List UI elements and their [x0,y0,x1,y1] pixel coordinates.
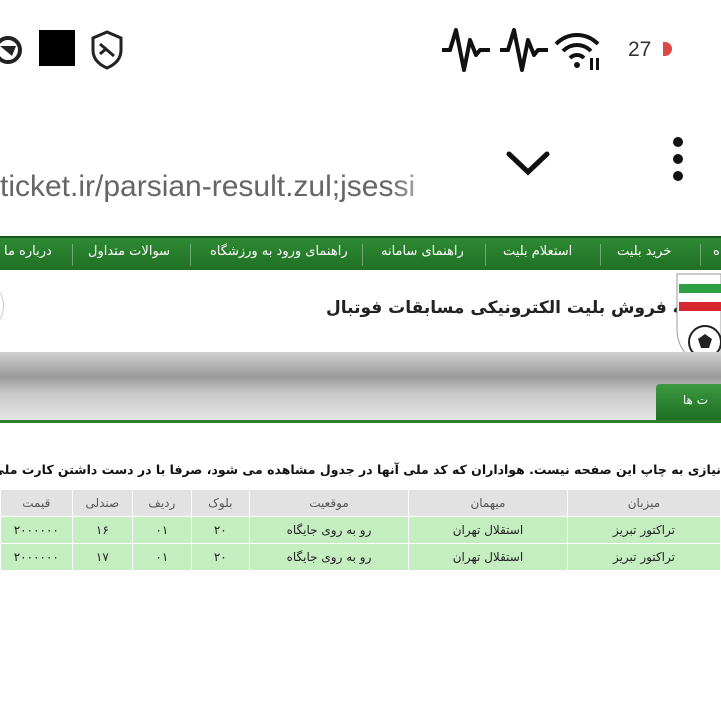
nav-item-partial[interactable]: ه [713,244,720,259]
cell-guest: استقلال تهران [407,543,568,571]
cell-seat: ۱۶ [71,516,134,544]
battery-icon [663,42,672,56]
chevron-down-icon[interactable] [505,148,551,178]
col-seat: صندلی [71,489,134,517]
col-guest: میهمان [407,489,568,517]
wifi-icon [554,33,600,70]
col-position: موقعیت [249,489,409,517]
table-row: ۲۰۰۰۰۰۰ ۱۶ ۰۱ ۲۰ رو به روی جایگاه استقلا… [0,516,721,544]
cell-row: ۰۱ [132,516,192,544]
battery-level: 27 [628,38,652,61]
nav-item-system-guide[interactable]: راهنمای سامانه [381,244,464,259]
cell-position: رو به روی جایگاه [249,543,409,571]
cell-price: ۲۰۰۰۰۰۰ [0,543,73,571]
main-nav: ه خرید بلیت استعلام بلیت راهنمای سامانه … [0,236,721,272]
cell-position: رو به روی جایگاه [249,516,409,544]
divider [0,420,721,423]
cell-price: ۲۰۰۰۰۰۰ [0,516,73,544]
more-options-icon[interactable] [668,136,688,184]
cell-block: ۲۰ [190,543,251,571]
notice-banner: نیازی به چاپ این صفحه نیست. هواداران که … [0,458,721,484]
result-table: قیمت صندلی ردیف بلوک موقعیت میهمان میزبا… [0,489,721,571]
table-header-row: قیمت صندلی ردیف بلوک موقعیت میهمان میزبا… [0,489,721,517]
cell-block: ۲۰ [190,516,251,544]
page-title: سامانه فروش بلیت الکترونیکی مسابقات فوتب… [326,298,721,318]
url-text[interactable]: ticket.ir/parsian-result.zul;jsessi [0,170,450,204]
shield-icon [91,30,123,70]
nav-item-stadium-guide[interactable]: راهنمای ورود به ورزشگاه [210,244,348,259]
nav-item-ticket-inquiry[interactable]: استعلام بلیت [503,244,572,259]
col-row: ردیف [132,489,192,517]
cell-row: ۰۱ [132,543,192,571]
signal-icon [442,28,490,72]
cell-seat: ۱۷ [71,543,134,571]
banner [0,352,721,422]
col-price: قیمت [0,489,73,517]
tab-tickets-label: ت ها [682,393,708,407]
status-bar: 27 [0,0,721,100]
nav-item-faq[interactable]: سوالات متداول [88,244,170,259]
cell-host: تراکتور تبریز [566,543,721,571]
square-icon [39,30,75,66]
cell-host: تراکتور تبریز [566,516,721,544]
col-block: بلوک [190,489,251,517]
col-host: میزبان [566,489,721,517]
tab-tickets[interactable]: ت ها [656,384,721,420]
signal-icon [500,28,548,72]
url-fade [390,165,455,210]
cell-guest: استقلال تهران [407,516,568,544]
incognito-icon [0,36,22,64]
table-row: ۲۰۰۰۰۰۰ ۱۷ ۰۱ ۲۰ رو به روی جایگاه استقلا… [0,543,721,571]
nav-item-about[interactable]: درباره ما [4,244,52,259]
notice-text: نیازی به چاپ این صفحه نیست. هواداران که … [0,462,721,477]
nav-item-buy-ticket[interactable]: خرید بلیت [617,244,671,259]
